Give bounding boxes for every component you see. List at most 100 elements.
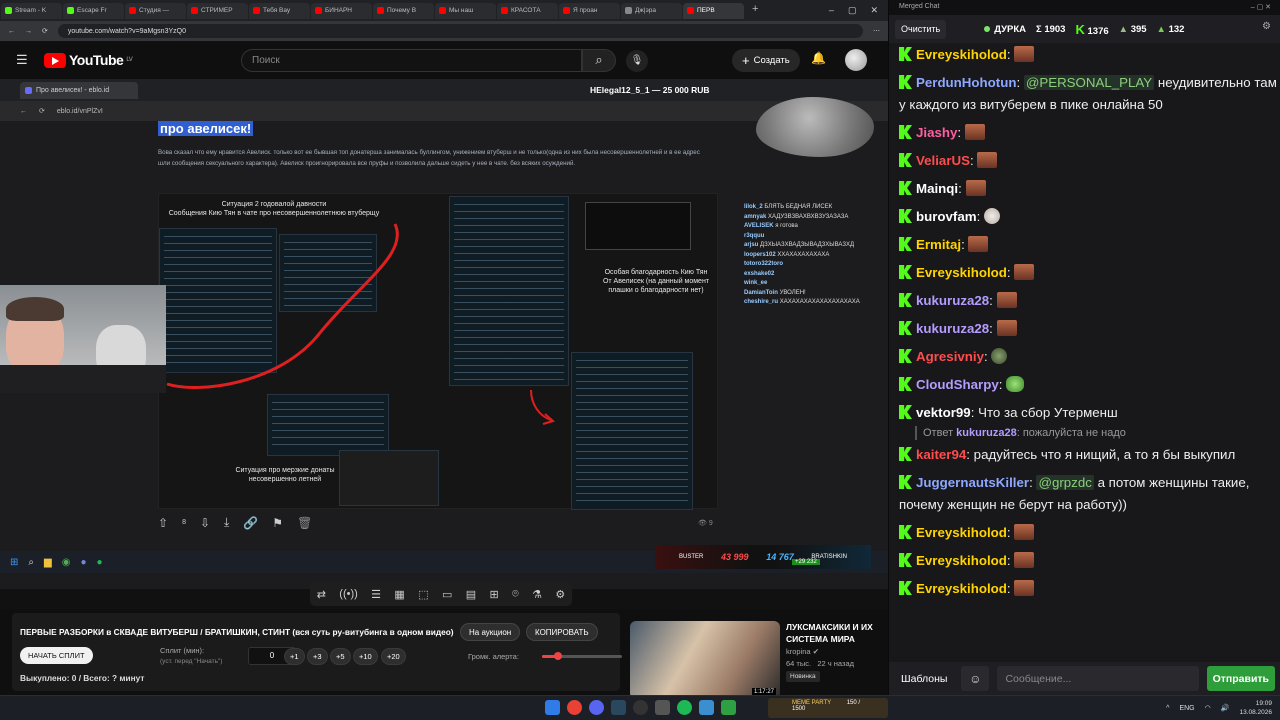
browser-tab[interactable]: Почему В <box>373 2 434 19</box>
forward-icon[interactable]: → <box>25 28 32 35</box>
recommendation-thumbnail[interactable]: 1:17:27 <box>630 621 780 699</box>
upvote-icon[interactable]: ⇧ <box>158 516 168 530</box>
search-button[interactable]: ⌕ <box>582 49 616 72</box>
chat-username[interactable]: Evreyskiholod <box>916 47 1007 62</box>
flag-icon[interactable]: ⚑ <box>272 516 283 530</box>
delete-icon[interactable]: 🗑 <box>297 516 312 530</box>
browser-tab[interactable]: ПЕРВ <box>683 2 744 19</box>
create-button[interactable]: + Создать <box>732 49 800 72</box>
browser-tab[interactable]: Студия — <box>125 2 186 19</box>
shuffle-icon[interactable]: ⇄ <box>317 588 326 601</box>
chat-username[interactable]: Agresivniy <box>916 349 984 364</box>
discord-icon[interactable] <box>589 700 604 715</box>
avatar[interactable] <box>845 49 867 71</box>
recommendation-title[interactable]: ЛУКСМАКСИКИ И ИХ СИСТЕМА МИРА <box>786 621 881 645</box>
chat-username[interactable]: Evreyskiholod <box>916 581 1007 596</box>
browser-tab[interactable]: Stream - K <box>1 2 62 19</box>
increment-button[interactable]: +5 <box>330 648 351 665</box>
message-input[interactable]: Сообщение... <box>997 666 1199 691</box>
steam-icon[interactable] <box>611 700 626 715</box>
browser-tab[interactable]: СТРИМЕР <box>187 2 248 19</box>
browser-tab[interactable]: Тебя Вау <box>249 2 310 19</box>
reload-icon[interactable]: ⟳ <box>42 27 48 35</box>
camera-icon[interactable]: ⌾ <box>512 588 519 601</box>
app-icon[interactable] <box>721 700 736 715</box>
download-icon[interactable]: ⤓ <box>224 515 229 530</box>
maximize-icon[interactable]: ▢ <box>848 5 857 16</box>
spotify-icon[interactable] <box>677 700 692 715</box>
flask-icon[interactable]: ⚗ <box>532 588 542 601</box>
chat-username[interactable]: Mainqi <box>916 181 958 196</box>
video-player[interactable]: Про авелисек! - eblo.id HElegal12_5_1 — … <box>0 79 888 609</box>
volume-icon[interactable]: 🔊 <box>1221 704 1230 712</box>
close-icon[interactable]: ✕ <box>870 5 878 16</box>
increment-button[interactable]: +20 <box>381 648 406 665</box>
chat-username[interactable]: Evreyskiholod <box>916 553 1007 568</box>
chat-username[interactable]: kaiter94 <box>916 447 966 462</box>
chat-username[interactable]: vektor99 <box>916 405 971 420</box>
language-indicator[interactable]: ENG <box>1179 705 1194 712</box>
chat-username[interactable]: Evreyskiholod <box>916 525 1007 540</box>
back-icon[interactable]: ← <box>8 28 15 35</box>
minimize-icon[interactable]: – <box>829 5 834 16</box>
subtitles-icon[interactable]: ▭ <box>442 588 452 601</box>
notifications-bell-icon[interactable]: 🔔 <box>811 51 826 65</box>
url-field[interactable]: youtube.com/watch?v=9aMgsn3YzQ0 <box>57 24 863 38</box>
clip-icon[interactable]: ▦ <box>394 588 404 601</box>
extensions-icon[interactable]: ⋯ <box>873 27 880 35</box>
increment-button[interactable]: +1 <box>284 648 305 665</box>
downvote-icon[interactable]: ⇩ <box>200 516 210 530</box>
browser-tab[interactable]: КРАСОТА <box>497 2 558 19</box>
start-split-button[interactable]: НАЧАТЬ СПЛИТ <box>20 647 93 664</box>
grid-icon[interactable]: ▤ <box>466 588 476 601</box>
chat-username[interactable]: JuggernautsKiller <box>916 475 1029 490</box>
emoji-button[interactable]: ☺ <box>961 666 990 691</box>
wifi-icon[interactable]: ◠ <box>1205 704 1211 712</box>
chat-username[interactable]: Evreyskiholod <box>916 265 1007 280</box>
hamburger-menu-icon[interactable]: ☰ <box>16 52 28 68</box>
chat-username[interactable]: burovfam <box>916 209 977 224</box>
search-input[interactable]: Поиск <box>241 49 582 72</box>
obs-icon[interactable] <box>633 700 648 715</box>
copy-button[interactable]: КОПИРОВАТЬ <box>526 623 598 641</box>
chat-username[interactable]: Jiashy <box>916 125 957 140</box>
mic-button[interactable]: 🎙 <box>626 50 648 72</box>
on-auction-button[interactable]: На аукцион <box>460 623 521 641</box>
add-icon[interactable]: ⊞ <box>490 588 499 601</box>
app-icon[interactable] <box>655 700 670 715</box>
crop-icon[interactable]: ⬚ <box>418 588 428 601</box>
mention[interactable]: @grpzdc <box>1036 475 1094 490</box>
chat-username[interactable]: CloudSharpy <box>916 377 999 392</box>
gear-icon[interactable]: ⚙ <box>555 588 565 601</box>
increment-button[interactable]: +10 <box>353 648 378 665</box>
volume-slider[interactable] <box>542 652 622 660</box>
telegram-icon[interactable] <box>699 700 714 715</box>
browser-tab[interactable]: Я проан <box>559 2 620 19</box>
chat-username[interactable]: kukuruza28 <box>916 293 989 308</box>
list-icon[interactable]: ☰ <box>371 588 381 601</box>
templates-button[interactable]: Шаблоны <box>895 666 953 691</box>
youtube-logo[interactable]: YouTube LV <box>44 52 133 68</box>
chat-username[interactable]: PerdunHohotun <box>916 75 1016 90</box>
send-button[interactable]: Отправить <box>1206 666 1275 691</box>
browser-tab[interactable]: Дж|эра <box>621 2 682 19</box>
browser-tab[interactable]: Escape Fr <box>63 2 124 19</box>
mention[interactable]: @PERSONAL_PLAY <box>1023 75 1155 90</box>
windows-start-icon[interactable] <box>545 700 560 715</box>
window-controls[interactable]: – ▢ ✕ <box>1251 3 1271 12</box>
browser-tab[interactable]: БИНАРН <box>311 2 372 19</box>
gear-icon[interactable]: ⚙ <box>1262 21 1271 32</box>
clock[interactable]: 19:09 13.08.2026 <box>1239 699 1272 717</box>
chat-username[interactable]: VeliarUS <box>916 153 970 168</box>
chat-username[interactable]: Ermitaj <box>916 237 961 252</box>
increment-button[interactable]: +3 <box>307 648 328 665</box>
chrome-icon[interactable] <box>567 700 582 715</box>
chat-username[interactable]: kukuruza28 <box>916 321 989 336</box>
clear-button[interactable]: Очистить <box>895 19 947 39</box>
broadcast-icon[interactable]: ((•)) <box>339 588 358 600</box>
link-icon[interactable]: 🔗 <box>243 516 258 530</box>
recommendation-channel[interactable]: kropina ✔ <box>786 647 819 656</box>
browser-tab[interactable]: Мы наш <box>435 2 496 19</box>
new-tab-icon[interactable]: + <box>752 3 758 19</box>
chevron-up-icon[interactable]: ^ <box>1166 705 1169 712</box>
